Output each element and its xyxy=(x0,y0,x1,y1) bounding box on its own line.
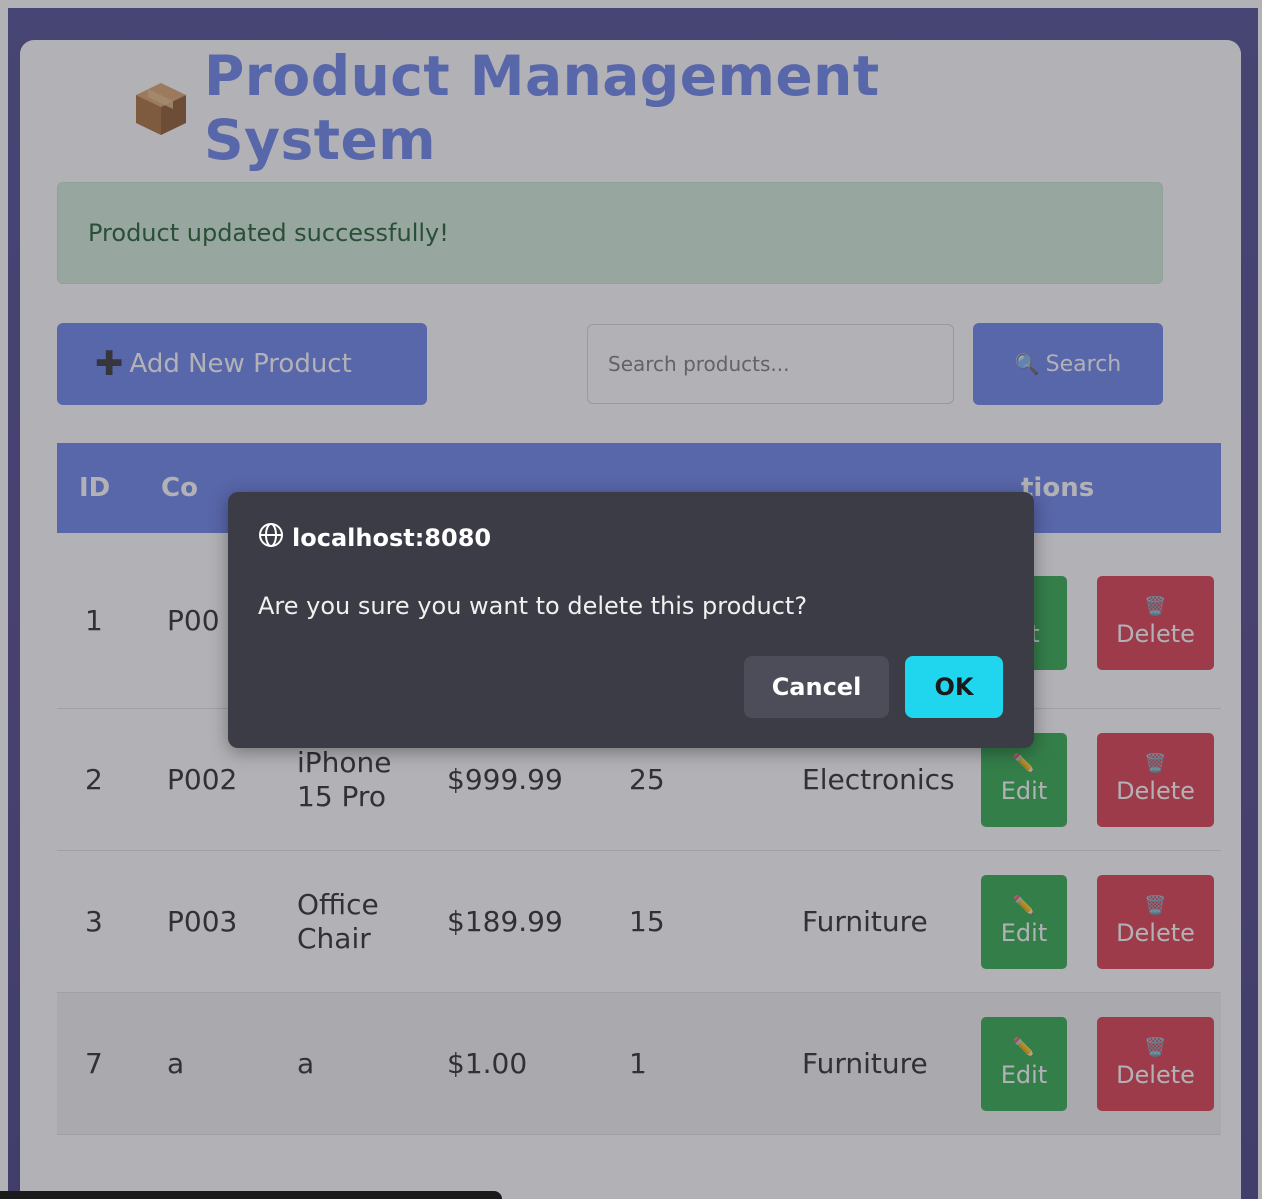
status-tooltip xyxy=(0,1191,502,1199)
dialog-message: Are you sure you want to delete this pro… xyxy=(258,592,808,620)
dialog-origin: localhost:8080 xyxy=(258,522,491,554)
cancel-button[interactable]: Cancel xyxy=(744,656,889,718)
dialog-origin-text: localhost:8080 xyxy=(292,524,492,552)
ok-button[interactable]: OK xyxy=(905,656,1003,718)
confirm-dialog: localhost:8080 Are you sure you want to … xyxy=(228,492,1034,748)
globe-icon xyxy=(258,522,284,554)
